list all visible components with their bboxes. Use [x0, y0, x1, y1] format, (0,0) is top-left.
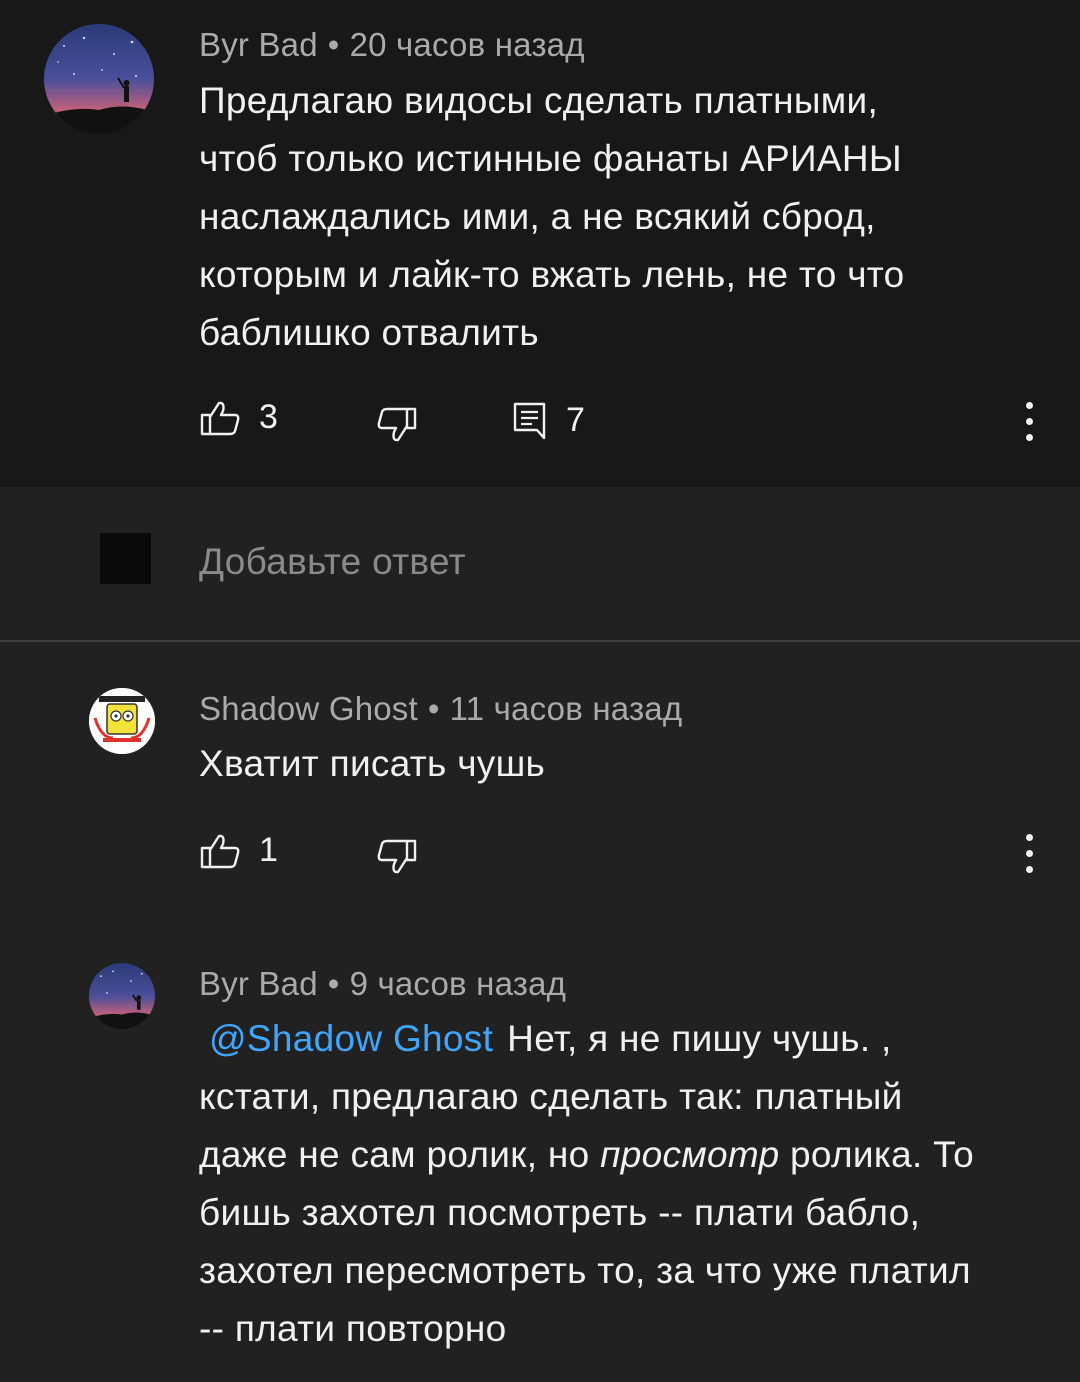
comment-text: Хватит писать чушь [199, 735, 545, 793]
comment-line: баблишко отвалить [199, 312, 539, 353]
dislike-button[interactable] [376, 406, 418, 444]
cartoon-avatar-image [89, 688, 155, 754]
comment-meta: Shadow Ghost • 11 часов назад [199, 690, 682, 728]
comment-icon [513, 402, 546, 440]
comment-line: @Shadow Ghost Нет, я не пишу чушь. , [199, 1010, 974, 1068]
meta-separator: • [427, 690, 440, 727]
comment-line: захотел пересмотреть то, за что уже плат… [199, 1250, 971, 1291]
comment-fragment: ролика. То [779, 1134, 975, 1175]
night-sky-avatar-image [44, 24, 154, 134]
comment-line: чтоб только истинные фанаты АРИАНЫ [199, 138, 902, 179]
comment-time: 11 часов назад [449, 690, 683, 727]
divider [0, 640, 1080, 642]
thumb-down-icon [377, 839, 417, 874]
reply-input-bar: Добавьте ответ [0, 487, 1080, 641]
like-count: 1 [259, 831, 278, 869]
mention-link[interactable]: @Shadow Ghost [209, 1018, 493, 1059]
like-count: 3 [259, 398, 278, 436]
thumb-up-icon [200, 834, 240, 868]
comment-time: 20 часов назад [349, 26, 585, 63]
italic-text: просмотр [600, 1134, 780, 1175]
thumb-down-icon [377, 407, 417, 442]
comment-line: Предлагаю видосы сделать платными, [199, 80, 879, 121]
comment-meta: Byr Bad • 9 часов назад [199, 965, 566, 1003]
comment-fragment: Нет, я не пишу чушь. , [507, 1018, 892, 1059]
comment-line: бишь захотел посмотреть -- плати бабло, [199, 1192, 921, 1233]
comment-meta: Byr Bad • 20 часов назад [199, 26, 585, 64]
comment-time: 9 часов назад [349, 965, 567, 1002]
user-avatar[interactable] [89, 688, 155, 754]
meta-separator: • [327, 965, 340, 1002]
comment-line: Хватит писать чушь [199, 743, 546, 784]
comment-text: Предлагаю видосы сделать платными, чтоб … [199, 72, 905, 362]
comment-line: даже не сам ролик, но просмотр ролика. Т… [199, 1126, 974, 1184]
author-name[interactable]: Byr Bad [199, 965, 318, 1002]
author-name[interactable]: Shadow Ghost [199, 690, 418, 727]
like-button[interactable]: 1 [199, 831, 278, 870]
comment-line: -- плати повторно [199, 1308, 507, 1349]
comment-line: которым и лайк-то вжать лень, не то что [199, 254, 905, 295]
user-avatar[interactable] [44, 24, 154, 134]
replies-button[interactable]: 7 [512, 400, 585, 440]
night-sky-avatar-image [89, 963, 155, 1029]
comment-line: кстати, предлагаю сделать так: платный [199, 1076, 903, 1117]
current-user-avatar [100, 533, 151, 584]
thumb-up-icon [200, 401, 240, 435]
like-button[interactable]: 3 [199, 398, 278, 437]
reply-input[interactable]: Добавьте ответ [199, 541, 466, 583]
user-avatar[interactable] [89, 963, 155, 1029]
author-name[interactable]: Byr Bad [199, 26, 318, 63]
meta-separator: • [327, 26, 340, 63]
highlighted-comment: Byr Bad • 20 часов назад Предлагаю видосы … [0, 0, 1080, 487]
comment-line: наслаждались ими, а не всякий сброд, [199, 196, 876, 237]
comment-text: @Shadow Ghost Нет, я не пишу чушь. , кста… [199, 1010, 974, 1358]
dislike-button[interactable] [376, 838, 418, 876]
more-vert-icon[interactable] [1020, 402, 1040, 442]
reply-count: 7 [566, 400, 585, 439]
comment-fragment: даже не сам ролик, но [199, 1134, 601, 1175]
more-vert-icon[interactable] [1020, 834, 1040, 874]
